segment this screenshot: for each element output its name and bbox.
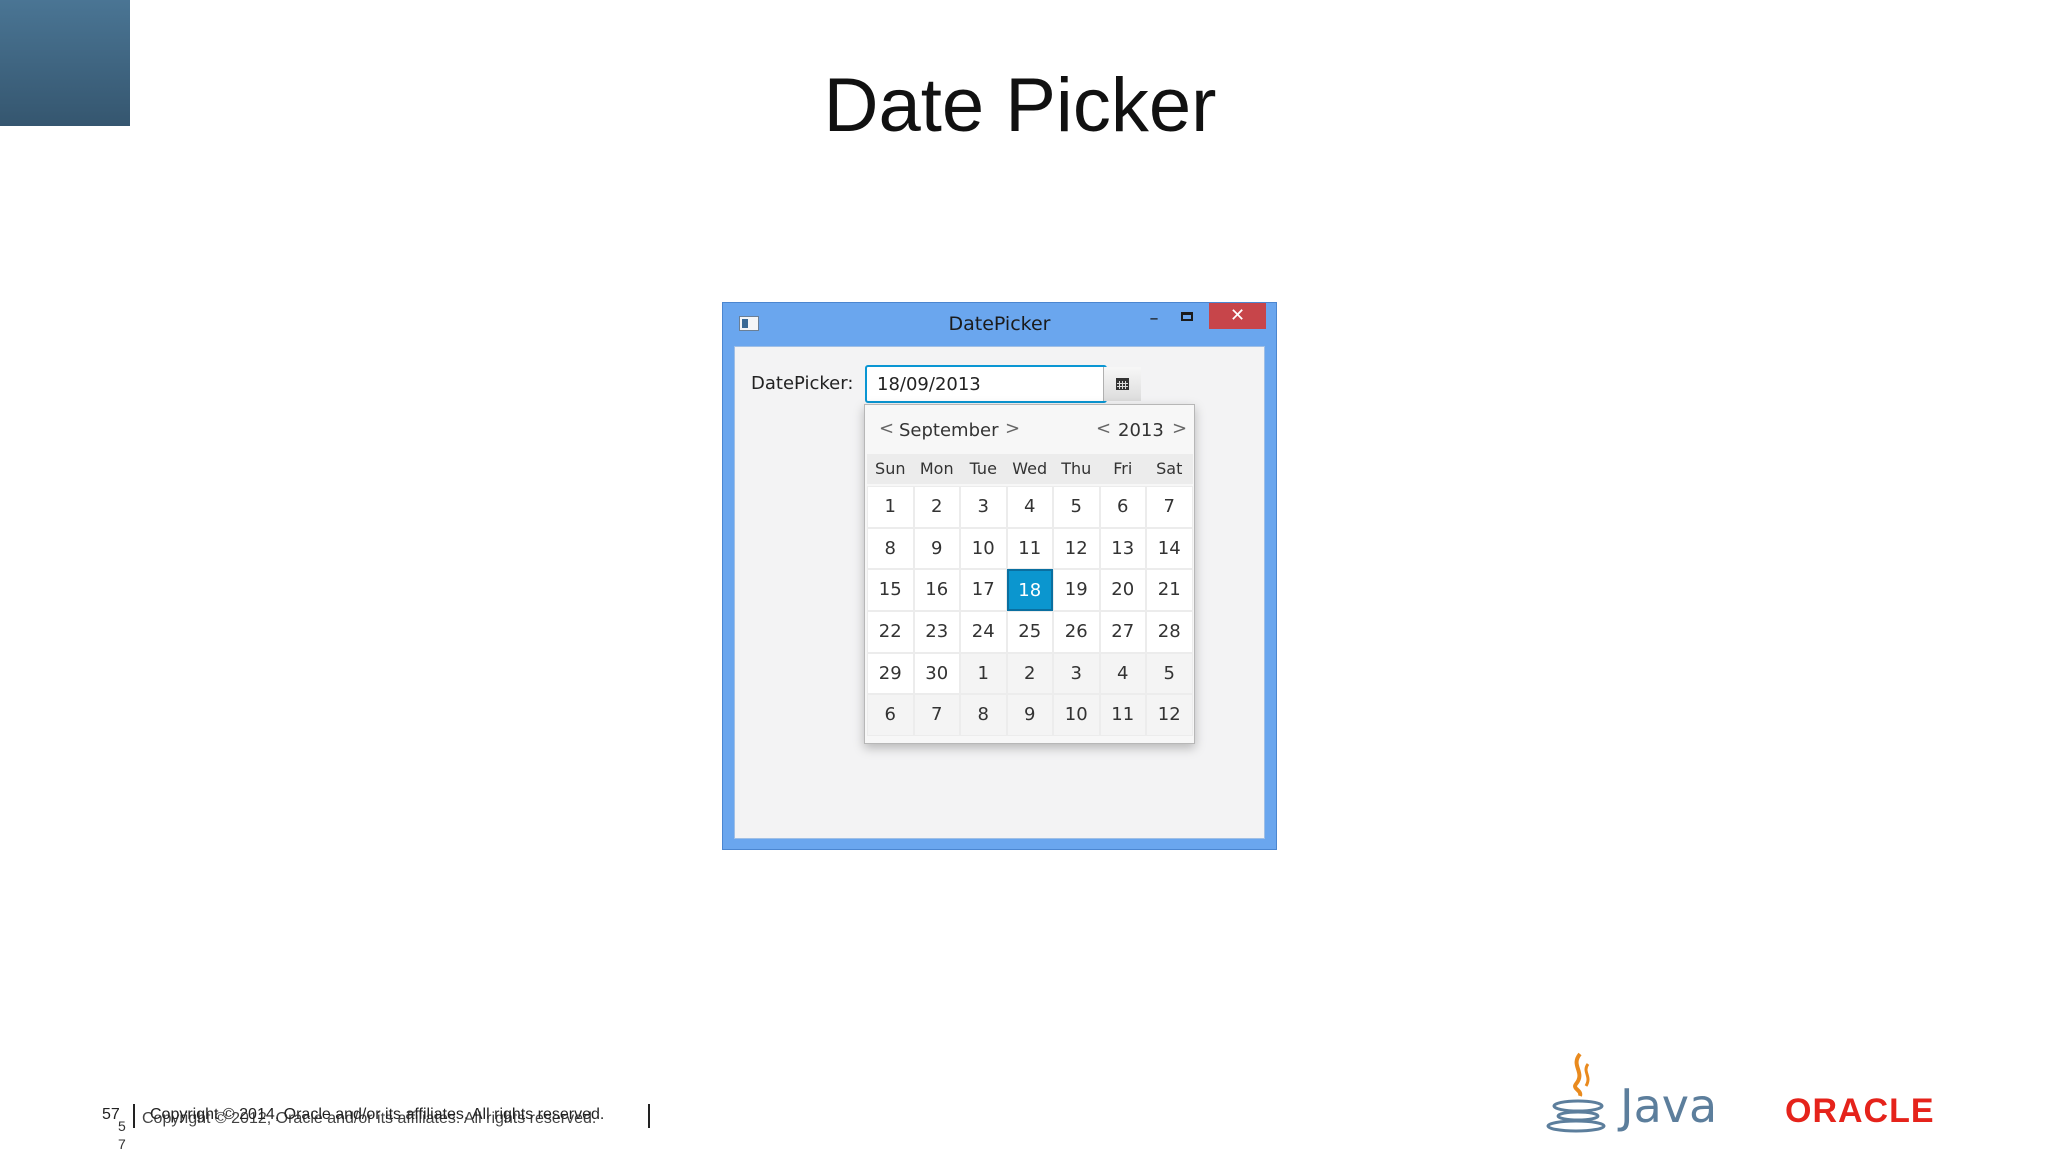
day-cell-next-month[interactable]: 4	[1099, 652, 1146, 695]
day-cell[interactable]: 8	[867, 527, 914, 570]
date-input[interactable]	[867, 367, 1103, 401]
day-cell[interactable]: 28	[1146, 611, 1193, 653]
week-row: 6 7 8 9 10 11 12	[867, 694, 1193, 737]
day-cell-next-month[interactable]: 9	[1006, 694, 1053, 737]
day-cell[interactable]: 13	[1099, 527, 1146, 570]
day-cell-next-month[interactable]: 8	[960, 694, 1007, 737]
day-cell[interactable]: 21	[1146, 569, 1193, 612]
day-cell[interactable]: 15	[867, 569, 914, 612]
day-cell[interactable]: 1	[867, 486, 914, 528]
day-cell[interactable]: 6	[1099, 486, 1146, 528]
day-cell-next-month[interactable]: 10	[1053, 694, 1100, 737]
weekday-header: Sun Mon Tue Wed Thu Fri Sat	[867, 454, 1193, 484]
selected-day-cell[interactable]: 18	[1006, 569, 1053, 612]
year-label: 2013	[1118, 420, 1164, 441]
day-cell[interactable]: 5	[1053, 486, 1100, 528]
day-cell[interactable]: 12	[1053, 527, 1100, 570]
day-cell[interactable]: 24	[960, 611, 1007, 653]
day-cell[interactable]: 30	[913, 652, 960, 695]
day-cell[interactable]: 17	[960, 569, 1007, 612]
prev-month-button[interactable]: <	[879, 418, 894, 439]
day-cell-next-month[interactable]: 3	[1053, 652, 1100, 695]
minimize-button[interactable]: –	[1141, 308, 1167, 330]
week-row: 29 30 1 2 3 4 5	[867, 652, 1193, 695]
day-cell[interactable]: 2	[913, 486, 960, 528]
window-titlebar[interactable]: DatePicker – ✕	[723, 303, 1276, 345]
day-cell[interactable]: 3	[960, 486, 1007, 528]
calendar-popup: < September > < 2013 > Sun Mon Tue Wed T…	[864, 404, 1195, 744]
day-cell[interactable]: 22	[867, 611, 914, 653]
day-cell[interactable]: 4	[1006, 486, 1053, 528]
weekday-label: Tue	[969, 459, 997, 478]
week-row: 8 9 10 11 12 13 14	[867, 527, 1193, 570]
day-cell[interactable]: 9	[913, 527, 960, 570]
day-cell[interactable]: 19	[1053, 569, 1100, 612]
calendar-nav: < September > < 2013 >	[865, 405, 1194, 451]
day-cell[interactable]: 25	[1006, 611, 1053, 653]
day-cell[interactable]: 29	[867, 652, 914, 695]
footer-divider	[133, 1104, 135, 1128]
day-cell-next-month[interactable]: 1	[960, 652, 1007, 695]
week-row: 1 2 3 4 5 6 7	[867, 486, 1193, 528]
page-number-small: 5	[118, 1118, 126, 1134]
day-cell[interactable]: 7	[1146, 486, 1193, 528]
week-row: 15 16 17 18 19 20 21	[867, 569, 1193, 612]
day-cell-next-month[interactable]: 11	[1099, 694, 1146, 737]
day-cell[interactable]: 27	[1099, 611, 1146, 653]
datepicker-label: DatePicker:	[751, 373, 854, 394]
next-month-button[interactable]: >	[1005, 418, 1020, 439]
prev-year-button[interactable]: <	[1096, 418, 1111, 439]
footer-divider	[648, 1104, 650, 1128]
weekday-label: Sat	[1156, 459, 1183, 478]
copyright-text-old: Copyright © 2012, Oracle and/or its affi…	[142, 1110, 597, 1127]
weekday-label: Sun	[875, 459, 906, 478]
page-number-small: 7	[118, 1136, 126, 1152]
weekday-label: Wed	[1012, 459, 1048, 478]
day-cell-next-month[interactable]: 2	[1006, 652, 1053, 695]
oracle-logo: ORACLE	[1785, 1092, 1935, 1130]
next-year-button[interactable]: >	[1172, 418, 1187, 439]
day-cell-next-month[interactable]: 12	[1146, 694, 1193, 737]
calendar-icon	[1116, 378, 1129, 390]
weekday-label: Mon	[919, 459, 954, 478]
close-button[interactable]: ✕	[1209, 303, 1266, 329]
day-cell[interactable]: 20	[1099, 569, 1146, 612]
maximize-button[interactable]	[1175, 308, 1201, 330]
java-wordmark: Java	[1617, 1079, 1717, 1133]
week-row: 22 23 24 25 26 27 28	[867, 611, 1193, 653]
day-grid: 1 2 3 4 5 6 7 8 9 10 11 12 13 14 15 16 1…	[867, 486, 1193, 737]
weekday-label: Fri	[1113, 459, 1133, 478]
day-cell-next-month[interactable]: 7	[913, 694, 960, 737]
datepicker-field[interactable]	[865, 365, 1141, 403]
day-cell[interactable]: 11	[1006, 527, 1053, 570]
slide-title: Date Picker	[823, 63, 1217, 148]
day-cell[interactable]: 10	[960, 527, 1007, 570]
month-label: September	[899, 420, 999, 441]
day-cell[interactable]: 23	[913, 611, 960, 653]
day-cell[interactable]: 14	[1146, 527, 1193, 570]
day-cell-next-month[interactable]: 5	[1146, 652, 1193, 695]
day-cell[interactable]: 16	[913, 569, 960, 612]
day-cell-next-month[interactable]: 6	[867, 694, 914, 737]
day-cell[interactable]: 26	[1053, 611, 1100, 653]
weekday-label: Thu	[1061, 459, 1092, 478]
calendar-button[interactable]	[1103, 367, 1141, 401]
java-logo: Java	[1546, 1052, 1717, 1133]
